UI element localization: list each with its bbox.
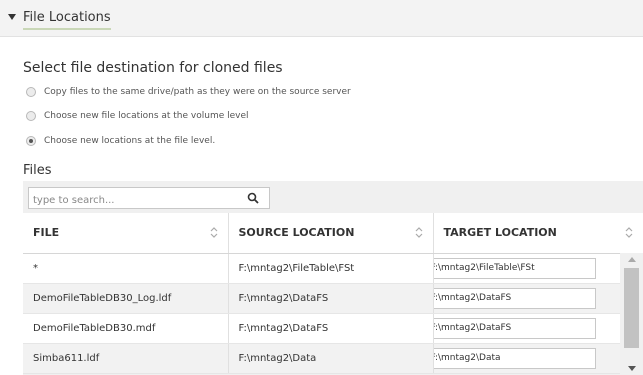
sort-icon[interactable]: [625, 226, 633, 239]
option-label: Choose new locations at the file level.: [44, 136, 216, 146]
table-row[interactable]: DemoFileTableDB30.mdf F:\mntag2\DataFS: [23, 313, 643, 344]
option-volume-level[interactable]: Choose new file locations at the volume …: [26, 109, 249, 123]
search-box[interactable]: [28, 187, 270, 211]
target-location-input[interactable]: [433, 287, 596, 309]
option-same-path[interactable]: Copy files to the same drive/path as the…: [26, 85, 351, 99]
table-row[interactable]: DemoFileTableDB30_Log.ldf F:\mntag2\Data…: [23, 283, 643, 314]
target-location-cell: [433, 283, 643, 314]
column-label: TARGET LOCATION: [443, 226, 557, 240]
option-file-level[interactable]: Choose new locations at the file level.: [26, 134, 215, 148]
sort-icon[interactable]: [210, 226, 218, 239]
radio-same-path[interactable]: [26, 87, 36, 97]
target-location-cell: [433, 313, 643, 344]
file-locations-section-header[interactable]: File Locations: [0, 0, 643, 37]
column-header-file[interactable]: FILE: [23, 213, 229, 254]
radio-volume-level[interactable]: [26, 111, 36, 121]
files-table: FILE SOURCE LOCATION TARGET LOCATION * F…: [23, 213, 643, 374]
option-label: Choose new file locations at the volume …: [44, 111, 249, 121]
target-location-input[interactable]: [433, 257, 596, 279]
radio-file-level[interactable]: [26, 136, 36, 146]
table-row[interactable]: Simba611.ldf F:\mntag2\Data: [23, 343, 643, 374]
source-location-cell: F:\mntag2\FileTable\FSt: [228, 253, 434, 284]
search-input[interactable]: [29, 190, 239, 211]
file-cell: Simba611.ldf: [23, 343, 229, 374]
files-heading: Files: [23, 163, 52, 178]
target-location-cell: [433, 343, 643, 374]
option-label: Copy files to the same drive/path as the…: [44, 87, 351, 97]
target-location-cell: [433, 253, 643, 284]
file-cell: *: [23, 253, 229, 284]
search-icon[interactable]: [247, 192, 259, 204]
scroll-down-arrow-icon[interactable]: [628, 366, 636, 371]
section-title[interactable]: File Locations: [23, 10, 111, 30]
file-cell: DemoFileTableDB30.mdf: [23, 313, 229, 344]
target-location-input[interactable]: [433, 347, 596, 369]
column-header-target-location[interactable]: TARGET LOCATION: [433, 213, 643, 254]
column-label: SOURCE LOCATION: [238, 226, 355, 240]
scroll-thumb[interactable]: [624, 268, 639, 348]
column-label: FILE: [33, 226, 60, 240]
column-header-source-location[interactable]: SOURCE LOCATION: [228, 213, 434, 254]
target-location-input[interactable]: [433, 317, 596, 339]
files-table-panel: FILE SOURCE LOCATION TARGET LOCATION: [23, 181, 643, 375]
file-cell: DemoFileTableDB30_Log.ldf: [23, 283, 229, 314]
destination-prompt: Select file destination for cloned files: [23, 60, 283, 76]
source-location-cell: F:\mntag2\DataFS: [228, 283, 434, 314]
source-location-cell: F:\mntag2\DataFS: [228, 313, 434, 344]
table-row[interactable]: * F:\mntag2\FileTable\FSt: [23, 253, 643, 284]
table-header-row: FILE SOURCE LOCATION TARGET LOCATION: [23, 213, 643, 254]
source-location-cell: F:\mntag2\Data: [228, 343, 434, 374]
table-scrollbar[interactable]: [620, 253, 643, 375]
scroll-up-arrow-icon[interactable]: [628, 257, 636, 262]
caret-down-icon[interactable]: [8, 14, 16, 20]
sort-icon[interactable]: [415, 226, 423, 239]
